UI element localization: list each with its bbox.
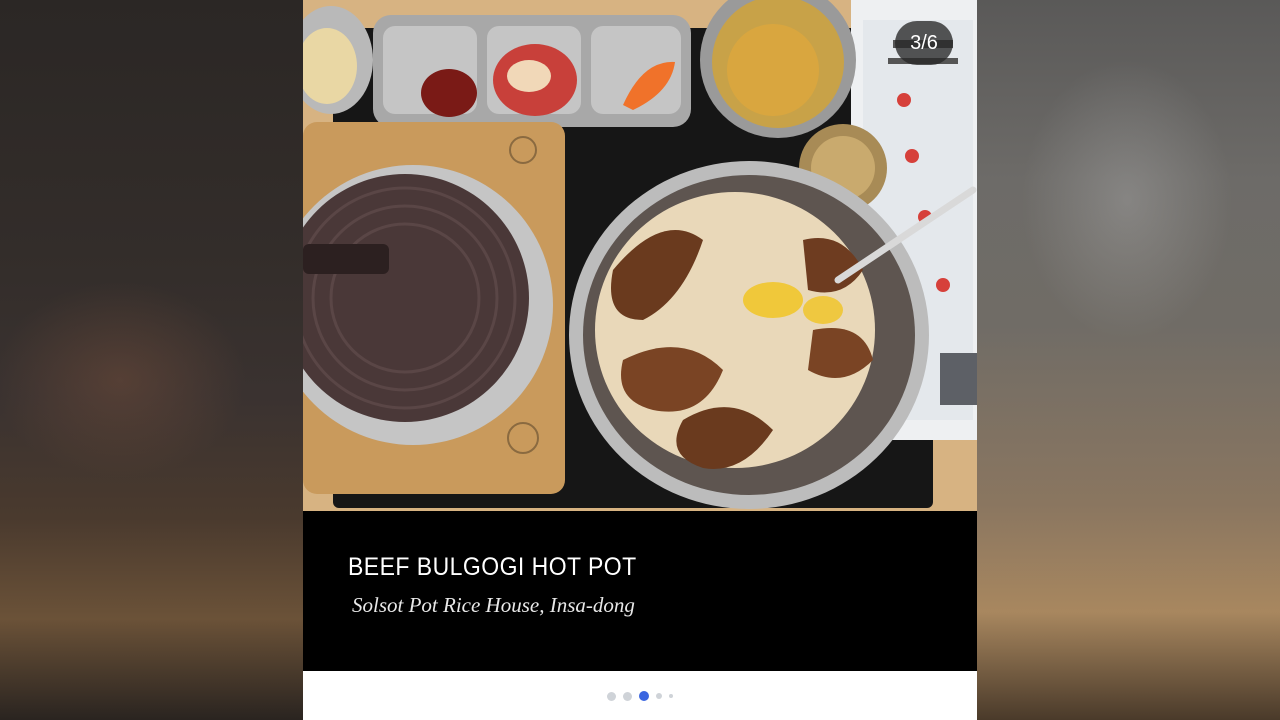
carousel-footer bbox=[303, 671, 977, 720]
pagination-dot[interactable] bbox=[656, 693, 662, 699]
banchan-tray bbox=[373, 15, 691, 127]
blurred-backdrop-right bbox=[977, 0, 1280, 720]
slide-counter-badge: 3/6 bbox=[895, 21, 953, 65]
restaurant-location: Solsot Pot Rice House, Insa-dong bbox=[352, 593, 635, 617]
caption-panel: BEEF BULGOGI HOT POT Solsot Pot Rice Hou… bbox=[303, 511, 977, 671]
hot-pot bbox=[303, 122, 565, 494]
pagination-dot[interactable] bbox=[607, 691, 616, 701]
pagination-dot[interactable] bbox=[623, 691, 632, 701]
pagination-dot[interactable] bbox=[669, 694, 673, 698]
food-photo-illustration bbox=[303, 0, 977, 511]
dish-title: BEEF BULGOGI HOT POT bbox=[348, 553, 637, 581]
pagination-dots bbox=[303, 691, 977, 701]
food-photo[interactable]: 3/6 bbox=[303, 0, 977, 511]
carousel-post: 3/6 BEEF BULGOGI HOT POT Solsot Pot Rice… bbox=[303, 0, 977, 720]
blurred-backdrop-left bbox=[0, 0, 303, 720]
pagination-dot-active[interactable] bbox=[639, 691, 649, 701]
